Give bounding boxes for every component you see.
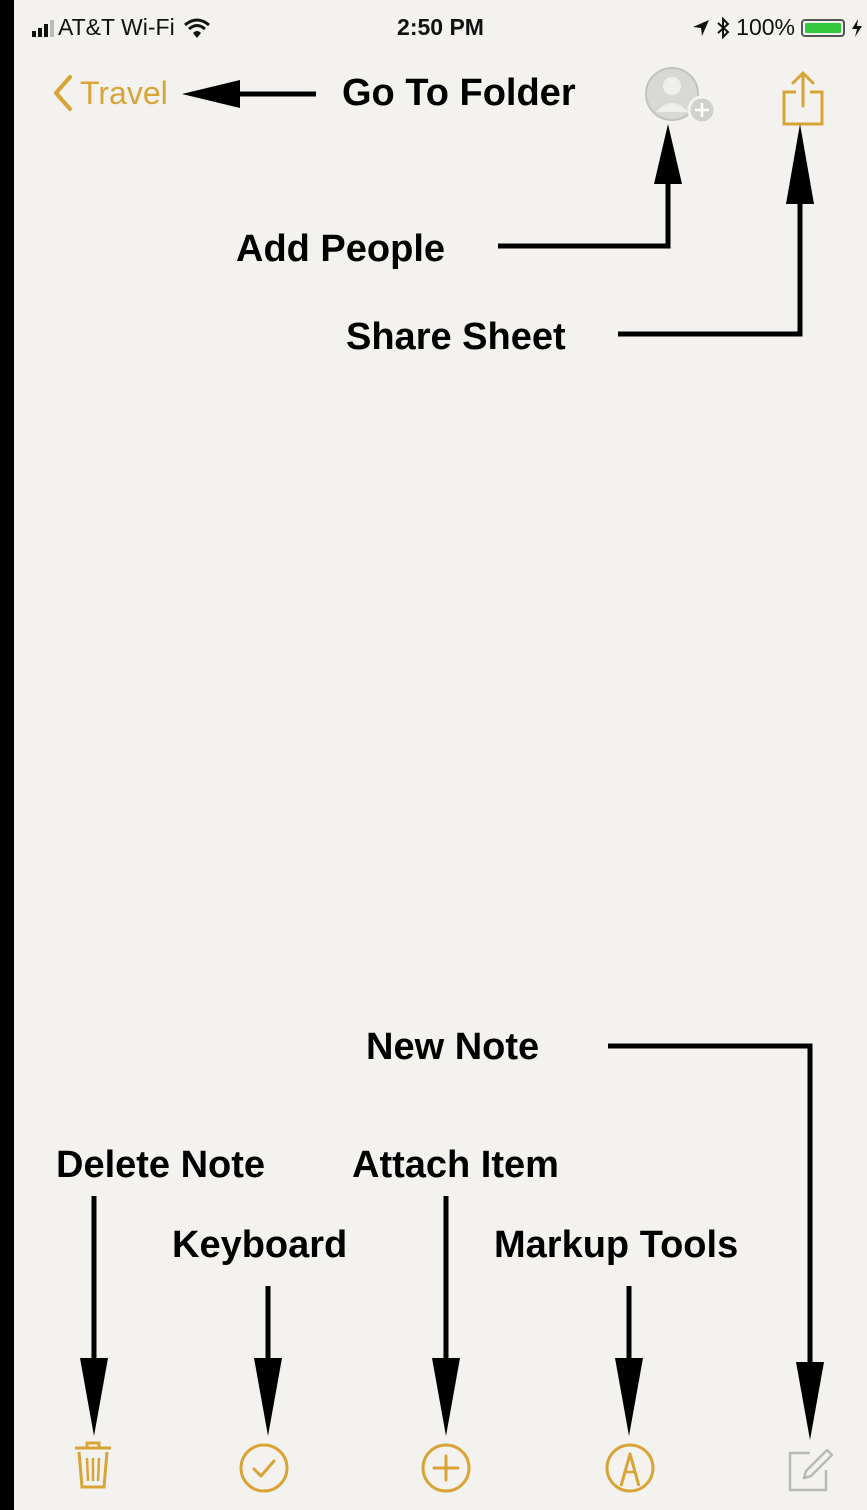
add-people-button[interactable] (642, 64, 718, 128)
share-sheet-label: Share Sheet (346, 316, 566, 358)
chevron-left-icon (54, 75, 72, 111)
trash-icon (75, 1441, 111, 1489)
add-people-arrow-line (498, 178, 671, 249)
keyboard-arrowhead (254, 1358, 282, 1436)
add-people-icon (645, 67, 717, 125)
share-button[interactable] (780, 70, 826, 126)
share-sheet-arrowhead (786, 124, 814, 204)
status-bar: AT&T Wi-Fi 2:50 PM 100% (14, 0, 867, 56)
delete-note-label: Delete Note (56, 1144, 266, 1186)
battery-percent: 100% (736, 14, 795, 40)
compose-icon (788, 1448, 834, 1492)
go-to-folder-label: Go To Folder (342, 72, 576, 114)
markup-tools-button[interactable] (604, 1442, 656, 1494)
status-right: 100% (692, 14, 863, 41)
bluetooth-icon (717, 16, 730, 39)
attach-item-arrowhead (432, 1358, 460, 1436)
keyboard-button[interactable] (238, 1442, 290, 1494)
markup-pen-icon (605, 1443, 655, 1493)
new-note-arrowhead (796, 1362, 824, 1440)
new-note-label: New Note (366, 1026, 540, 1068)
charging-icon (852, 18, 862, 37)
share-icon (782, 71, 824, 126)
new-note-arrow-line (608, 1043, 813, 1390)
markup-tools-label: Markup Tools (494, 1224, 739, 1266)
back-label: Travel (80, 74, 168, 111)
keyboard-label: Keyboard (172, 1224, 348, 1266)
attach-item-label: Attach Item (352, 1144, 559, 1186)
markup-tools-arrowhead (615, 1358, 643, 1436)
delete-note-button[interactable] (70, 1440, 116, 1490)
share-sheet-arrow-line (618, 198, 803, 337)
location-icon (693, 19, 710, 36)
annotation-arrows (80, 80, 824, 1440)
delete-note-arrowhead (80, 1358, 108, 1436)
battery-icon (801, 18, 845, 37)
checkmark-circle-icon (239, 1443, 289, 1493)
back-button[interactable]: Travel (52, 74, 168, 112)
new-note-button[interactable] (784, 1444, 836, 1494)
add-people-label: Add People (236, 228, 446, 270)
attach-item-button[interactable] (420, 1442, 472, 1494)
plus-circle-icon (421, 1443, 471, 1493)
notes-screen: AT&T Wi-Fi 2:50 PM 100% Travel Go To Fol… (14, 0, 867, 1510)
